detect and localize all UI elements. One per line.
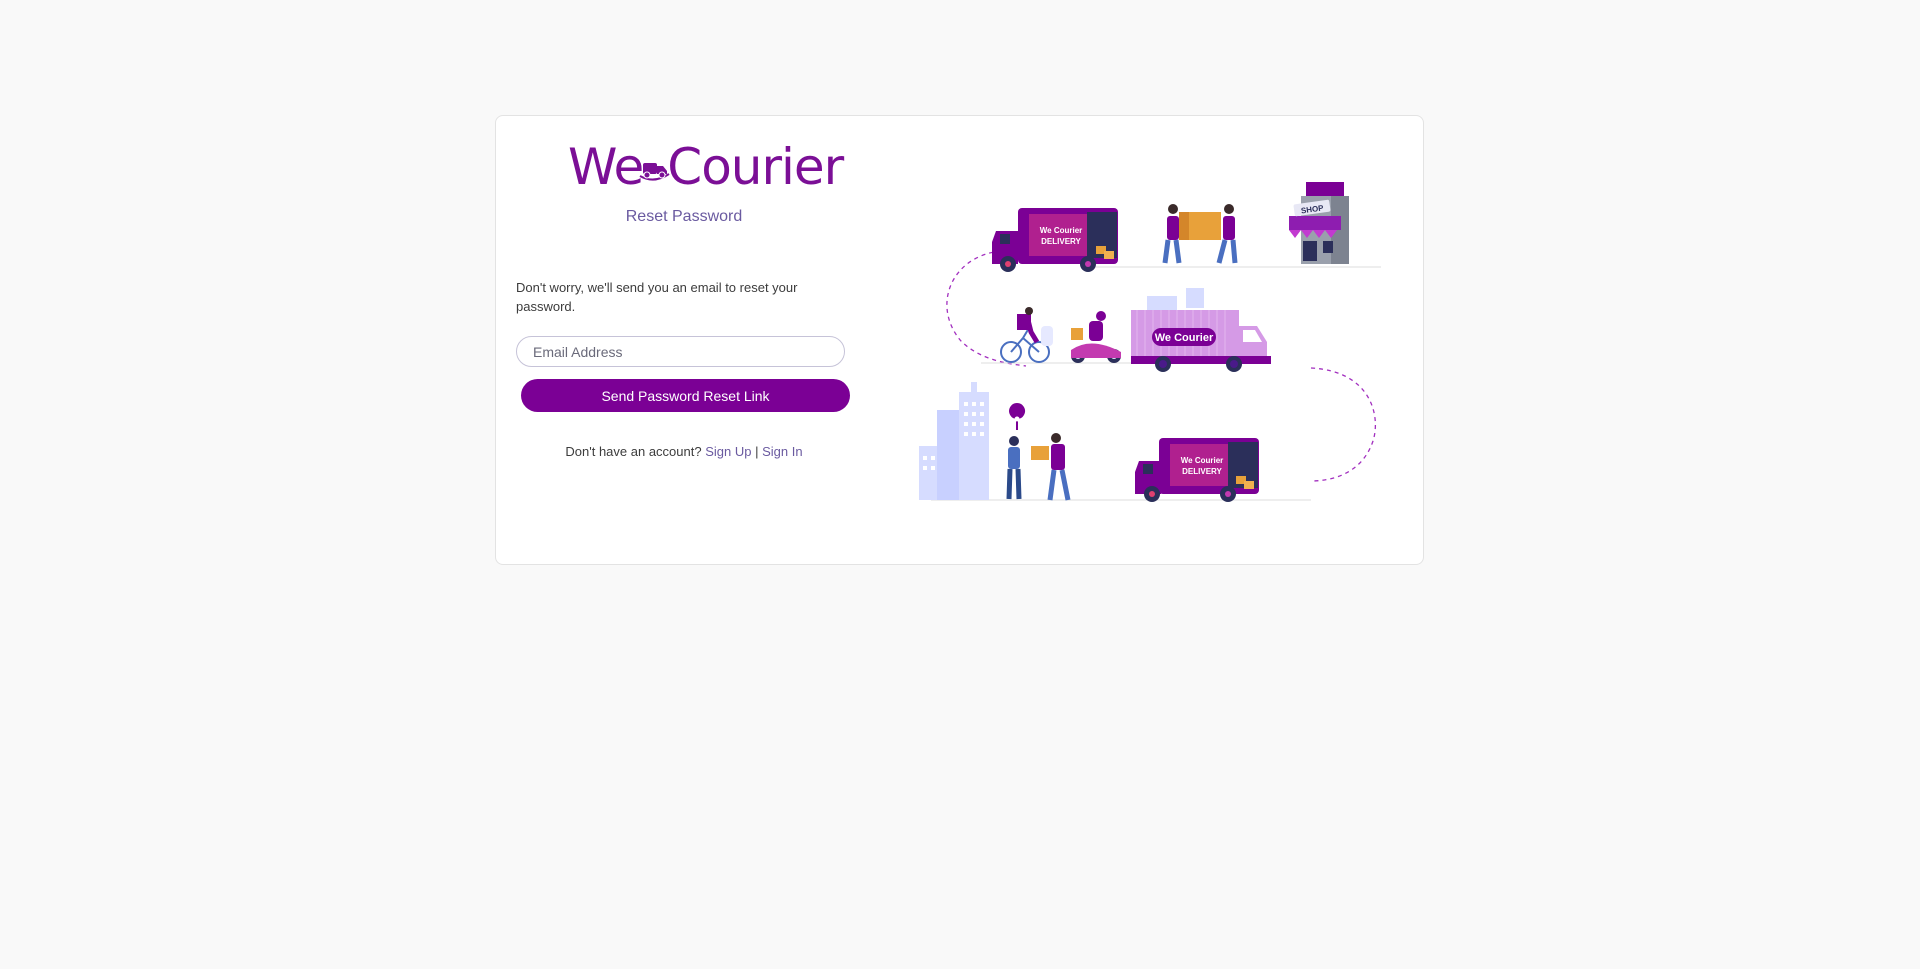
account-links: Don't have an account? Sign Up | Sign In <box>516 444 852 459</box>
reset-form-panel: We Courier Reset Password Don't worry, w… <box>516 116 851 564</box>
reset-description: Don't worry, we'll send you an email to … <box>516 280 798 314</box>
delivery-illustration: We Courier DELIVERY SHOP We Courier We C… <box>919 182 1381 502</box>
wecourier-logo: We Courier <box>568 138 844 196</box>
logo-courier-text: Courier <box>667 138 844 196</box>
truck-top-label-2: DELIVERY <box>1041 237 1081 246</box>
package-handover <box>1006 403 1071 501</box>
truck-top-label-1: We Courier <box>1040 226 1083 235</box>
route-path-right <box>1310 367 1377 482</box>
reset-password-card: We Courier Reset Password Don't worry, w… <box>495 115 1424 565</box>
truck-logo-icon <box>639 162 670 180</box>
sign-up-link[interactable]: Sign Up <box>705 444 751 459</box>
no-account-prompt: Don't have an account? <box>565 444 702 459</box>
delivery-truck-top: We Courier DELIVERY <box>992 208 1118 272</box>
box-truck-label: We Courier <box>1155 332 1214 344</box>
send-reset-link-button[interactable]: Send Password Reset Link <box>521 379 850 412</box>
truck-bottom-label-1: We Courier <box>1181 456 1224 465</box>
page-title: Reset Password <box>625 208 743 225</box>
shop-building: SHOP <box>1289 182 1349 264</box>
sign-in-link[interactable]: Sign In <box>762 444 802 459</box>
box-truck: We Courier <box>1131 288 1271 372</box>
scooter-rider <box>1071 311 1121 363</box>
link-separator: | <box>755 444 759 459</box>
people-carrying-box <box>1162 204 1238 264</box>
email-field[interactable] <box>516 336 845 367</box>
logo-we-text: We <box>568 138 644 196</box>
delivery-truck-bottom: We Courier DELIVERY <box>1135 438 1259 502</box>
cyclist <box>1000 307 1053 363</box>
truck-bottom-label-2: DELIVERY <box>1182 467 1222 476</box>
city-buildings <box>919 382 989 500</box>
